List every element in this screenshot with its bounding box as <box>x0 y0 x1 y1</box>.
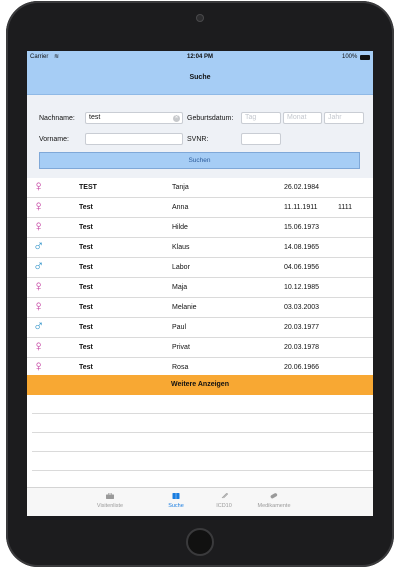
nachname-label: Nachname: <box>39 115 75 122</box>
table-row[interactable]: ♂ Test Klaus 14.08.1965 <box>27 238 373 258</box>
tab-label: Visitenliste <box>96 503 124 509</box>
empty-table-area <box>32 395 373 490</box>
birth-date: 11.11.1911 <box>284 204 318 211</box>
birth-date: 20.03.1978 <box>284 344 320 351</box>
status-bar: Carrier ≋ 12:04 PM 100% <box>27 51 373 65</box>
geburtsdatum-label: Geburtsdatum: <box>187 115 234 122</box>
tag-input[interactable]: Tag <box>241 112 281 124</box>
jahr-placeholder: Jahr <box>328 114 342 121</box>
birth-date: 20.06.1966 <box>284 364 320 371</box>
table-row[interactable]: ♀ Test Anna 11.11.1911 1111 <box>27 198 373 218</box>
paperclip-icon <box>221 493 228 499</box>
results-list: ♀ TEST Tanja 26.02.1984 ♀ Test Anna 11.1… <box>27 178 373 378</box>
tab-medikamente[interactable]: Medikamente <box>244 488 304 516</box>
birth-date: 14.08.1965 <box>284 244 320 251</box>
monat-input[interactable]: Monat <box>283 112 322 124</box>
search-button[interactable]: Suchen <box>39 152 360 169</box>
vorname-label: Vorname: <box>39 136 69 143</box>
vorname-input[interactable] <box>85 133 183 145</box>
birth-date: 03.03.2003 <box>284 304 320 311</box>
navigation-bar: Suche <box>27 65 373 95</box>
jahr-input[interactable]: Jahr <box>324 112 364 124</box>
last-name: Test <box>79 284 93 291</box>
male-icon: ♂ <box>33 238 45 255</box>
first-name: Paul <box>172 324 187 331</box>
birth-date: 26.02.1984 <box>284 184 320 191</box>
show-more-button[interactable]: Weitere Anzeigen <box>27 375 373 395</box>
svnr-input[interactable] <box>241 133 281 145</box>
last-name: Test <box>79 224 93 231</box>
first-name: Privat <box>172 344 190 351</box>
wifi-icon: ≋ <box>54 54 60 60</box>
table-row[interactable]: ♀ Test Melanie 03.03.2003 <box>27 298 373 318</box>
birth-date: 10.12.1985 <box>284 284 320 291</box>
female-icon: ♀ <box>33 338 45 355</box>
front-camera <box>196 14 204 22</box>
battery-icon <box>360 55 370 60</box>
table-row[interactable]: ♂ Test Labor 04.06.1956 <box>27 258 373 278</box>
tab-label: Medikamente <box>257 503 291 509</box>
battery-label: 100% <box>342 54 358 60</box>
first-name: Labor <box>172 264 190 271</box>
last-name: Test <box>79 364 93 371</box>
ipad-device: Carrier ≋ 12:04 PM 100% Suche Nachname: … <box>0 0 400 568</box>
table-row[interactable]: ♀ TEST Tanja 26.02.1984 <box>27 178 373 198</box>
app-screen: Carrier ≋ 12:04 PM 100% Suche Nachname: … <box>27 51 373 516</box>
male-icon: ♂ <box>33 258 45 275</box>
home-button[interactable] <box>186 528 214 556</box>
briefcase-icon <box>106 493 114 499</box>
last-name: Test <box>79 264 93 271</box>
carrier-label: Carrier <box>30 54 49 60</box>
birth-date: 15.06.1973 <box>284 224 320 231</box>
female-icon: ♀ <box>33 198 45 215</box>
pill-icon <box>270 493 278 499</box>
last-name: Test <box>79 244 93 251</box>
last-name: Test <box>79 304 93 311</box>
svnr-value: 1111 <box>338 204 353 211</box>
first-name: Maja <box>172 284 188 291</box>
status-time: 12:04 PM <box>187 54 214 60</box>
page-title: Suche <box>189 74 211 81</box>
birth-date: 04.06.1956 <box>284 264 320 271</box>
female-icon: ♀ <box>33 358 45 375</box>
table-row[interactable]: ♀ Test Maja 10.12.1985 <box>27 278 373 298</box>
tab-visitenliste[interactable]: Visitenliste <box>80 488 140 516</box>
nachname-value: test <box>89 114 101 121</box>
clear-icon[interactable]: × <box>173 115 180 122</box>
last-name: Test <box>79 204 93 211</box>
first-name: Tanja <box>172 184 189 191</box>
female-icon: ♀ <box>33 278 45 295</box>
female-icon: ♀ <box>33 218 45 235</box>
last-name: Test <box>79 344 93 351</box>
first-name: Anna <box>172 204 189 211</box>
tag-placeholder: Tag <box>245 114 257 121</box>
birth-date: 20.03.1977 <box>284 324 320 331</box>
first-name: Rosa <box>172 364 189 371</box>
table-row[interactable]: ♀ Test Privat 20.03.1978 <box>27 338 373 358</box>
nachname-input[interactable]: test × <box>85 112 183 124</box>
male-icon: ♂ <box>33 318 45 335</box>
first-name: Hilde <box>172 224 188 231</box>
table-row[interactable]: ♂ Test Paul 20.03.1977 <box>27 318 373 338</box>
first-name: Melanie <box>172 304 197 311</box>
table-row[interactable]: ♀ Test Hilde 15.06.1973 <box>27 218 373 238</box>
last-name: TEST <box>79 184 97 191</box>
last-name: Test <box>79 324 93 331</box>
svnr-label: SVNR: <box>187 136 209 143</box>
book-icon <box>172 493 180 499</box>
monat-placeholder: Monat <box>287 114 307 121</box>
female-icon: ♀ <box>33 298 45 315</box>
tab-bar: Visitenliste Suche ICD10 Medikamente <box>27 487 373 516</box>
first-name: Klaus <box>172 244 190 251</box>
female-icon: ♀ <box>33 178 45 195</box>
